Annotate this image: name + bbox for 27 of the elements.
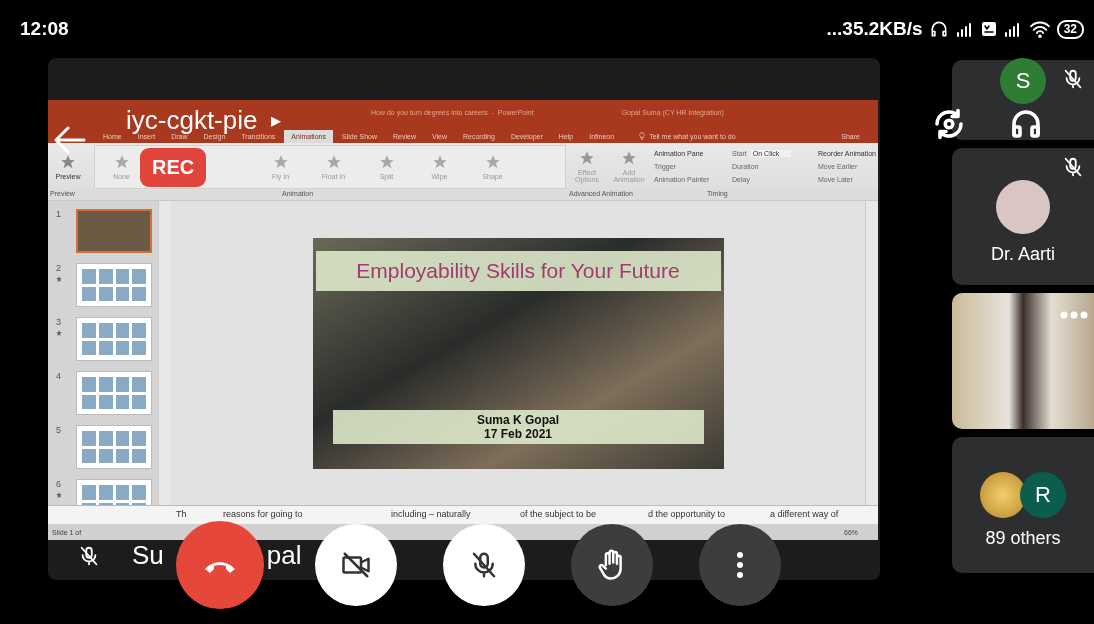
slide-number: 2 xyxy=(56,263,62,273)
slide-number: 1 xyxy=(56,209,62,219)
slide-number: 3 xyxy=(56,317,62,327)
slide-number: 6 xyxy=(56,479,62,489)
slide-number: 4 xyxy=(56,371,62,381)
slide-number: 5 xyxy=(56,425,62,435)
presenter-label: Su xyxy=(132,540,164,571)
notes-text: d the opportunity to xyxy=(648,509,726,519)
notes-text: reasons for going to xyxy=(223,509,303,519)
presentation-date: 17 Feb 2021 xyxy=(483,426,552,441)
presenter-name: Suma K Gopal xyxy=(477,412,559,427)
notes-text: of the subject to be xyxy=(520,509,597,519)
meeting-code: iyc-cgkt-pie xyxy=(126,104,258,135)
notes-text: a different way of xyxy=(770,509,839,519)
others-count: 89 others xyxy=(985,527,1061,549)
presenter-label: pal xyxy=(266,540,302,571)
participant-avatar: S xyxy=(1000,58,1046,104)
slide-title: Employability Skills for Your Future xyxy=(315,250,721,291)
caret-icon[interactable]: ▸ xyxy=(271,108,282,132)
network-speed: ...35.2KB/s xyxy=(826,18,923,40)
clock-time: 12:08 xyxy=(20,18,69,40)
participant-avatar: R xyxy=(1020,471,1066,518)
recording-badge: REC xyxy=(140,148,207,187)
notes-text: Th xyxy=(176,509,187,519)
battery-level: 32 xyxy=(1056,19,1084,39)
participant-name: Dr. Aarti xyxy=(991,244,1055,265)
notes-text: including – naturally xyxy=(391,509,471,519)
